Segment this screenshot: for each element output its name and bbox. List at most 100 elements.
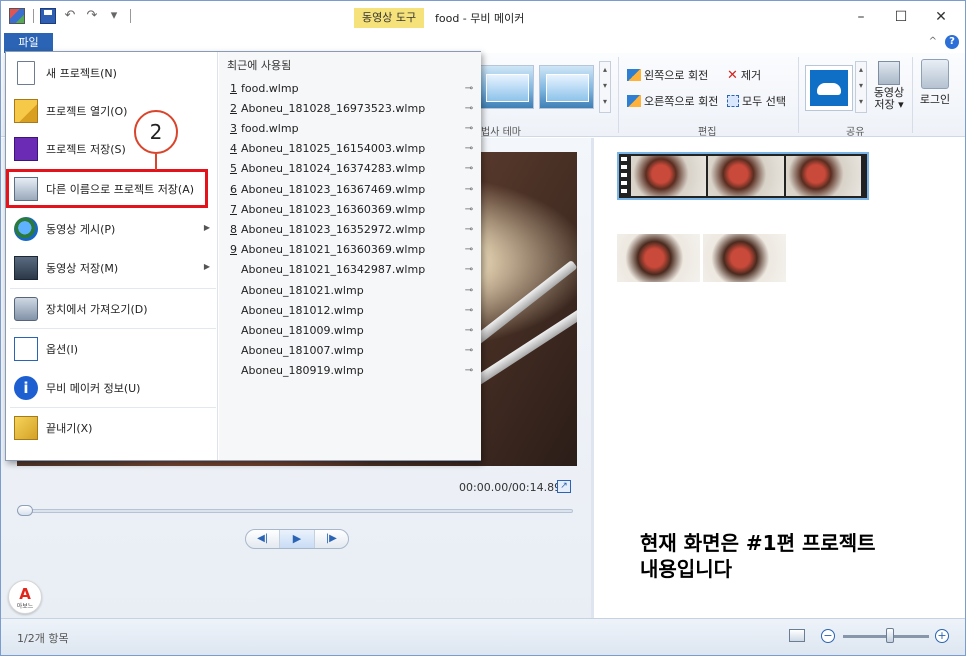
pin-icon[interactable]: ⊸: [461, 123, 477, 134]
share-gallery-scroll[interactable]: ▴ ▾ ▾: [855, 61, 867, 113]
sign-in-button[interactable]: 로그인: [917, 59, 953, 107]
pin-icon[interactable]: ⊸: [461, 204, 477, 215]
rotate-right-label: 오른쪽으로 회전: [644, 95, 719, 108]
menu-item-label: 프로젝트 저장(S): [46, 143, 126, 156]
recent-project-item[interactable]: 7 Aboneu_181023_16360369.wlmp ⊸: [223, 199, 477, 219]
select-all-button[interactable]: 모두 선택: [727, 93, 786, 109]
save-project-icon: [14, 137, 38, 161]
recent-project-item[interactable]: 2 Aboneu_181028_16973523.wlmp ⊸: [223, 98, 477, 118]
customize-qat-icon[interactable]: ▾: [106, 8, 122, 24]
pin-icon[interactable]: ⊸: [461, 103, 477, 114]
theme-gallery-scroll[interactable]: ▴ ▾ ▾: [599, 61, 611, 113]
recent-file-name: Aboneu_181021_16360369.wlmp: [241, 243, 426, 257]
theme-thumbnail-2[interactable]: [539, 65, 594, 109]
recent-project-item[interactable]: Aboneu_180919.wlmp ⊸: [223, 361, 477, 381]
clip-2-frame[interactable]: [703, 234, 786, 282]
file-menu-commands: 새 프로젝트(N) 프로젝트 열기(O) 프로젝트 저장(S) 다른 이름으로 …: [6, 52, 218, 460]
help-icon[interactable]: ?: [945, 35, 959, 49]
recent-title: 최근에 사용됨: [227, 59, 292, 72]
publish-video-icon: [14, 217, 38, 241]
recent-project-item[interactable]: 8 Aboneu_181023_16352972.wlmp ⊸: [223, 219, 477, 239]
close-button[interactable]: ✕: [926, 7, 956, 27]
fullscreen-icon[interactable]: ↗: [557, 480, 571, 493]
recent-project-item[interactable]: Aboneu_181021.wlmp ⊸: [223, 280, 477, 300]
status-bar: 1/2개 항목 − +: [1, 618, 965, 655]
pin-icon[interactable]: ⊸: [461, 163, 477, 174]
save-as-highlight-box: [6, 169, 208, 208]
remove-icon: ✕: [727, 67, 738, 83]
quick-save-icon[interactable]: [40, 8, 56, 24]
menu-item-exit[interactable]: 끝내기(X): [10, 409, 216, 447]
menu-item-import-device[interactable]: 장치에서 가져오기(D): [10, 290, 216, 328]
pin-icon[interactable]: ⊸: [461, 305, 477, 316]
menu-item-save-video[interactable]: 동영상 저장(M) ▶: [10, 249, 216, 287]
video-tools-context-tab[interactable]: 동영상 도구: [354, 8, 425, 28]
zoom-thumb[interactable]: [886, 628, 895, 643]
previous-frame-button[interactable]: ◀|: [246, 530, 281, 548]
pin-icon[interactable]: ⊸: [461, 264, 477, 275]
rotate-right-button[interactable]: 오른쪽으로 회전: [627, 93, 718, 109]
pin-icon[interactable]: ⊸: [461, 244, 477, 255]
menu-item-new-project[interactable]: 새 프로젝트(N): [10, 54, 216, 92]
theme-group-label: 법사 테마: [481, 127, 521, 138]
seek-bar[interactable]: [17, 509, 573, 513]
recent-file-name: Aboneu_181028_16973523.wlmp: [241, 101, 426, 115]
maximize-button[interactable]: ☐: [886, 7, 916, 27]
options-icon: [14, 337, 38, 361]
file-tab[interactable]: 파일: [4, 33, 53, 53]
menu-item-open-project[interactable]: 프로젝트 열기(O): [10, 92, 216, 130]
theme-thumbnail-1[interactable]: [479, 65, 534, 109]
recent-project-item[interactable]: Aboneu_181009.wlmp ⊸: [223, 320, 477, 340]
next-frame-button[interactable]: |▶: [315, 530, 348, 548]
window-title: food - 무비 메이커: [435, 12, 525, 25]
cloud-icon: [810, 70, 848, 106]
recent-project-item[interactable]: 6 Aboneu_181023_16367469.wlmp ⊸: [223, 179, 477, 199]
recent-project-item[interactable]: Aboneu_181021_16342987.wlmp ⊸: [223, 260, 477, 280]
recent-project-item[interactable]: Aboneu_181007.wlmp ⊸: [223, 341, 477, 361]
menu-item-options[interactable]: 옵션(I): [10, 330, 216, 368]
redo-icon[interactable]: ↷: [84, 8, 100, 24]
notice-line-1: 현재 화면은 #1편 프로젝트: [640, 531, 876, 555]
user-icon: [921, 59, 949, 89]
menu-item-save-project[interactable]: 프로젝트 저장(S): [10, 130, 216, 168]
recent-file-name: Aboneu_181023_16352972.wlmp: [241, 222, 426, 236]
recent-project-item[interactable]: Aboneu_181012.wlmp ⊸: [223, 300, 477, 320]
recent-project-item[interactable]: 5 Aboneu_181024_16374283.wlmp ⊸: [223, 159, 477, 179]
clip-2-frame[interactable]: [617, 234, 700, 282]
recent-file-name: Aboneu_181012.wlmp: [241, 303, 364, 317]
pin-icon[interactable]: ⊸: [461, 285, 477, 296]
save-video-button[interactable]: 동영상 저장 ▾: [871, 61, 907, 111]
seek-thumb[interactable]: [17, 505, 33, 516]
rotate-left-button[interactable]: 왼쪽으로 회전: [627, 67, 708, 83]
recent-file-name: Aboneu_180919.wlmp: [241, 364, 364, 378]
pin-icon[interactable]: ⊸: [461, 365, 477, 376]
zoom-out-button[interactable]: −: [821, 629, 835, 643]
pin-icon[interactable]: ⊸: [461, 83, 477, 94]
monitor-icon[interactable]: [789, 629, 805, 642]
pin-icon[interactable]: ⊸: [461, 325, 477, 336]
remove-button[interactable]: ✕ 제거: [727, 67, 761, 83]
undo-icon[interactable]: ↶: [62, 8, 78, 24]
pin-icon[interactable]: ⊸: [461, 184, 477, 195]
collapse-ribbon-icon[interactable]: ^: [929, 36, 937, 47]
zoom-in-button[interactable]: +: [935, 629, 949, 643]
menu-item-publish-video[interactable]: 동영상 게시(P) ▶: [10, 210, 216, 248]
recent-project-item[interactable]: 3 food.wlmp ⊸: [223, 118, 477, 138]
rotate-left-icon: [627, 69, 641, 81]
ribbon-tab-row: 파일 ^ ?: [1, 33, 965, 53]
menu-item-about[interactable]: i 무비 메이커 정보(U): [10, 369, 216, 407]
onedrive-share-button[interactable]: [805, 65, 853, 111]
app-icon[interactable]: [9, 8, 25, 24]
minimize-button[interactable]: –: [846, 7, 876, 27]
play-button[interactable]: ▶: [280, 530, 315, 548]
recent-project-item[interactable]: 9 Aboneu_181021_16360369.wlmp ⊸: [223, 240, 477, 260]
pin-icon[interactable]: ⊸: [461, 143, 477, 154]
pin-icon[interactable]: ⊸: [461, 345, 477, 356]
recent-project-item[interactable]: 1 food.wlmp ⊸: [223, 78, 477, 98]
recent-index: 2: [230, 101, 237, 115]
rotate-left-label: 왼쪽으로 회전: [644, 69, 709, 82]
pin-icon[interactable]: ⊸: [461, 224, 477, 235]
clip-1-filmstrip[interactable]: [617, 152, 869, 200]
callout-pointer: [155, 154, 157, 170]
recent-project-item[interactable]: 4 Aboneu_181025_16154003.wlmp ⊸: [223, 139, 477, 159]
